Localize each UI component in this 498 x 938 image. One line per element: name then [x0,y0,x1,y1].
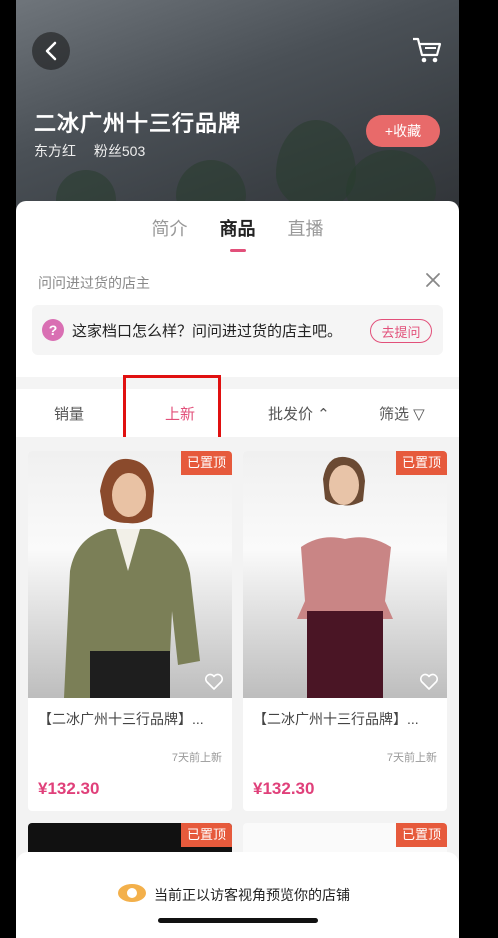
tab-live[interactable]: 直播 [288,215,324,245]
product-price: ¥132.30 [253,779,315,798]
shop-fans: 粉丝503 [93,143,146,159]
visitor-text: 当前正以访客视角预览你的店铺 [154,887,350,903]
heart-icon[interactable] [419,673,439,691]
tab-intro[interactable]: 简介 [152,215,188,245]
chevron-left-icon [45,41,57,61]
back-button[interactable] [32,32,70,70]
close-icon[interactable] [424,271,442,289]
question-icon: ? [42,319,64,341]
highlight-box [123,375,221,445]
visitor-preview-bar: 当前正以访客视角预览你的店铺 [16,852,459,938]
shop-name: 二冰广州十三行品牌 [34,111,242,136]
sort-filter[interactable]: 筛选 ▽ [379,403,425,424]
shop-meta: 东方红 粉丝503 [34,141,159,161]
sort-bar: 销量 上新 批发价 ⌃ 筛选 ▽ [16,389,459,437]
sort-sales[interactable]: 销量 [54,403,84,424]
eye-icon [118,884,146,902]
phone-screen: 二冰广州十三行品牌 东方红 粉丝503 +收藏 简介 商品 直播 问问进过货的店… [16,0,459,938]
divider [16,377,459,389]
ask-banner: ? 这家档口怎么样？问问进过货的店主吧。 去提问 [32,305,443,355]
shop-tabs: 简介 商品 直播 [16,215,459,252]
ask-prompt: 这家档口怎么样？问问进过货的店主吧。 [72,323,343,340]
product-card[interactable]: 已置顶 【二冰广州十三行品牌】... 7天前上新 ¥132.30 [28,451,232,811]
pinned-badge: 已置顶 [180,451,232,475]
product-card[interactable]: 已置顶 【二冰广州十三行品牌】... 7天前上新 ¥132.30 [243,451,447,811]
sort-price[interactable]: 批发价 ⌃ [268,403,330,424]
cart-icon[interactable] [412,36,442,64]
tab-products[interactable]: 商品 [220,215,256,252]
product-price: ¥132.30 [38,779,100,798]
pinned-badge: 已置顶 [180,823,232,847]
product-name: 【二冰广州十三行品牌】... [38,711,204,727]
heart-icon[interactable] [204,673,224,691]
shop-banner: 二冰广州十三行品牌 东方红 粉丝503 +收藏 [16,0,459,230]
pinned-badge: 已置顶 [395,823,447,847]
ask-button[interactable]: 去提问 [370,319,432,343]
favorite-button[interactable]: +收藏 [366,115,440,147]
product-image: 已置顶 [28,451,232,698]
product-image: 已置顶 [243,451,447,698]
ask-header: 问问进过货的店主 [16,265,459,305]
ask-title: 问问进过货的店主 [38,275,150,291]
shop-location: 东方红 [34,143,76,159]
product-name: 【二冰广州十三行品牌】... [253,711,419,727]
product-time: 7天前上新 [171,752,222,764]
home-indicator [158,918,318,923]
product-time: 7天前上新 [386,752,437,764]
pinned-badge: 已置顶 [395,451,447,475]
